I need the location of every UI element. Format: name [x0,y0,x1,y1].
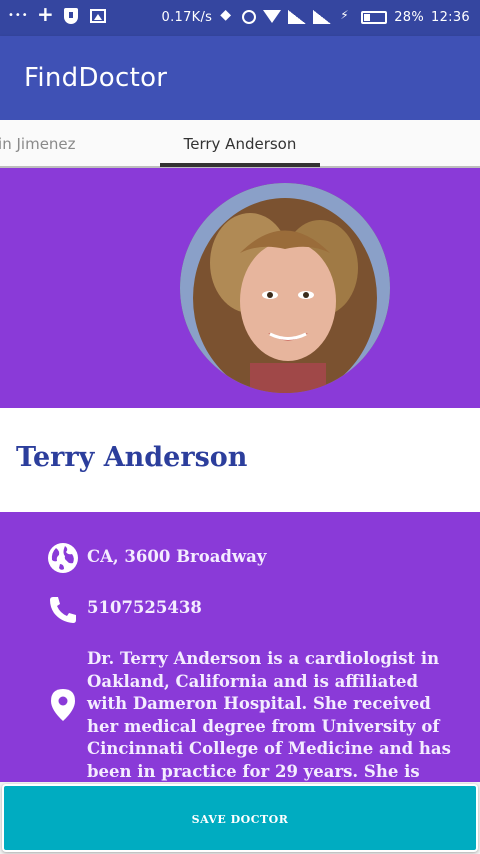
charging-icon [338,8,354,25]
app-title: FindDoctor [24,63,168,93]
phone-text[interactable]: 5107525438 [87,598,202,617]
name-card: Terry Anderson [0,408,480,512]
address-text: CA, 3600 Broadway [87,547,267,566]
globe-icon [48,543,78,573]
tab-bar: rtin Jimenez Terry Anderson [0,120,480,168]
profile-header [0,168,480,408]
status-right-icons: 0.17K/s 28% 12:36 [161,7,471,25]
save-bar: SAVE DOCTOR [0,782,480,854]
bio-text: Dr. Terry Anderson is a cardiologist in … [87,649,451,781]
plus-icon [36,2,54,26]
tab-martin-jimenez[interactable]: rtin Jimenez [0,120,76,168]
clock: 12:36 [431,9,470,25]
tab-terry-anderson[interactable]: Terry Anderson [160,120,320,168]
signal-icon [288,10,307,24]
location-pin-icon [51,689,75,721]
vibrate-icon [219,7,235,25]
doctor-photo-icon [180,183,390,393]
image-icon [90,9,106,23]
save-doctor-button[interactable]: SAVE DOCTOR [2,784,478,852]
phone-icon [50,597,76,623]
doctor-avatar [180,183,390,393]
shield-icon [64,8,78,24]
battery-percent: 28% [394,9,425,25]
doctor-name: Terry Anderson [16,442,248,473]
battery-icon [361,10,388,24]
wifi-icon [263,10,282,24]
more-dots-icon [8,8,29,24]
status-bar: 0.17K/s 28% 12:36 [0,0,480,36]
network-speed: 0.17K/s [161,9,213,25]
tab-indicator [160,163,320,167]
signal-icon [313,10,332,24]
alarm-icon [242,10,257,24]
status-left-icons [8,2,106,26]
doctor-details: CA, 3600 Broadway 5107525438 Dr. Terry A… [0,512,480,782]
app-bar: FindDoctor [0,36,480,120]
